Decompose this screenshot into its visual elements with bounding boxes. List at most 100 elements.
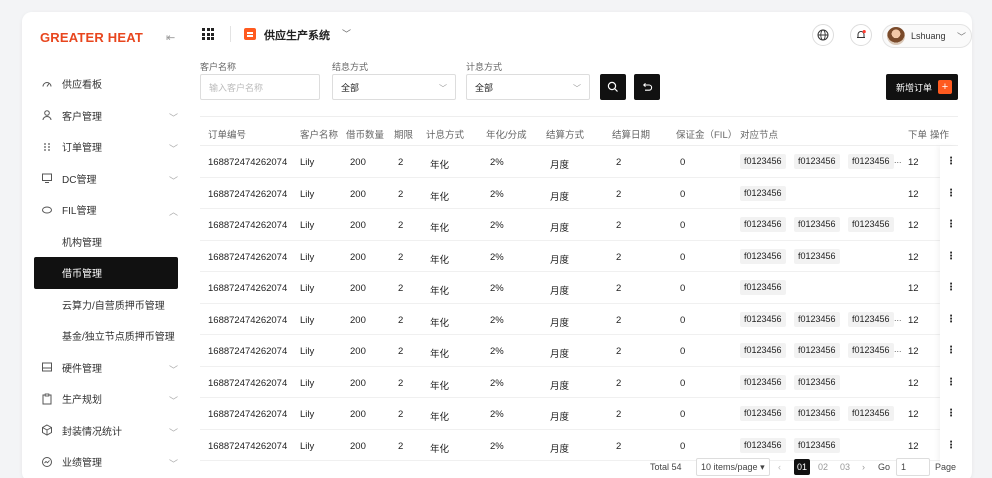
prev-page-icon[interactable]: ‹ bbox=[778, 462, 781, 472]
cell-deposit: 0 bbox=[680, 251, 686, 263]
settle-method-label: 结息方式 bbox=[332, 62, 369, 72]
node-tag: f0123456 bbox=[740, 280, 786, 295]
collapse-sidebar-icon[interactable]: ⇤ bbox=[166, 31, 180, 44]
row-actions-icon[interactable]: ⋮ bbox=[946, 314, 956, 325]
top-header: 供应生产系统 ﹀ Lshuang ﹀ bbox=[190, 12, 972, 56]
chevron-down-icon: ﹀ bbox=[168, 112, 178, 123]
column-header: 下单 bbox=[908, 130, 928, 141]
node-tag: f0123456 bbox=[848, 311, 894, 327]
cell-date: 2 bbox=[616, 314, 622, 326]
sidebar-item[interactable]: 客户管理 ﹀ bbox=[22, 100, 190, 132]
column-header: 结算日期 bbox=[612, 130, 651, 141]
row-actions-icon[interactable]: ⋮ bbox=[946, 251, 956, 262]
cell-rate: 2% bbox=[490, 188, 504, 200]
table-row[interactable]: 168872474262074 Lily 200 2 年化 2% 月度 2 0 f0123456 f… bbox=[200, 146, 958, 178]
cell-amount: 200 bbox=[350, 188, 366, 200]
sidebar-subitem[interactable]: 云算力/自营质押币管理 bbox=[22, 289, 190, 321]
column-header: 年化/分成 bbox=[486, 130, 527, 141]
undo-icon bbox=[642, 82, 653, 91]
cell-interest: 年化 bbox=[430, 160, 450, 171]
sidebar-item-label: DC管理 bbox=[62, 174, 97, 186]
node-tag: f0123456 bbox=[848, 343, 894, 358]
row-actions-icon[interactable]: ⋮ bbox=[946, 408, 956, 419]
interest-method-label: 计息方式 bbox=[466, 62, 503, 72]
page-3[interactable]: 03 bbox=[840, 462, 850, 472]
table-row[interactable]: 168872474262074 Lily 200 2 年化 2% 月度 2 0 f0123456 f… bbox=[200, 367, 958, 398]
sidebar-item[interactable]: DC管理 ﹀ bbox=[22, 163, 190, 195]
node-tag: f0123456 bbox=[794, 374, 840, 390]
node-tag: f0123456 bbox=[740, 343, 786, 358]
settle-method-value: 全部 bbox=[341, 82, 360, 93]
customer-search-input[interactable]: 输入客户名称 bbox=[200, 74, 320, 100]
cell-settle: 月度 bbox=[550, 317, 570, 329]
caret-down-icon: ▾ bbox=[760, 462, 765, 472]
new-order-button[interactable]: 新增订单 + bbox=[886, 74, 958, 100]
search-button[interactable] bbox=[600, 74, 626, 100]
chevron-down-icon: ﹀ bbox=[168, 364, 178, 375]
node-tag: f0123456 bbox=[848, 154, 894, 169]
row-actions-icon[interactable]: ⋮ bbox=[946, 282, 956, 293]
sidebar-item[interactable]: 封装情况统计 ﹀ bbox=[22, 415, 190, 447]
table-row[interactable]: 168872474262074 Lily 200 2 年化 2% 月度 2 0 f0123456 f… bbox=[200, 430, 958, 461]
cell-customer: Lily bbox=[300, 157, 315, 168]
page-size-select[interactable]: 10 items/page ▾ bbox=[696, 458, 770, 476]
sidebar-item[interactable]: 业绩管理 ﹀ bbox=[22, 446, 190, 478]
row-actions-icon[interactable]: ⋮ bbox=[946, 188, 956, 199]
table-header: 订单编号 客户名称 借币数量 期限 计息方式 年化/分成 结算方式 结算日期 保证金（FIL）对… bbox=[200, 116, 958, 146]
row-actions-icon[interactable]: ⋮ bbox=[946, 156, 956, 167]
bell-icon[interactable] bbox=[850, 24, 872, 46]
table-row[interactable]: 168872474262074 Lily 200 2 年化 2% 月度 2 0 f0123456 f… bbox=[200, 398, 958, 430]
goto-input[interactable]: 1 bbox=[896, 458, 930, 476]
globe-icon[interactable] bbox=[812, 24, 834, 46]
chevron-down-icon: ﹀ bbox=[957, 32, 967, 42]
table-row[interactable]: 168872474262074 Lily 200 2 年化 2% 月度 2 0 f0123456 f… bbox=[200, 304, 958, 335]
row-actions-icon[interactable]: ⋮ bbox=[946, 345, 956, 356]
avatar bbox=[887, 27, 905, 45]
user-icon bbox=[40, 108, 54, 122]
sidebar-item[interactable]: 生产规划 ﹀ bbox=[22, 383, 190, 415]
column-header: 操作 bbox=[930, 130, 950, 141]
table-row[interactable]: 168872474262074 Lily 200 2 年化 2% 月度 2 0 f0123456 1… bbox=[200, 272, 958, 304]
interest-method-select[interactable]: 全部 ﹀ bbox=[466, 74, 590, 100]
node-tag: f0123456 bbox=[740, 154, 786, 169]
cell-customer: Lily bbox=[300, 314, 315, 326]
row-actions-icon[interactable]: ⋮ bbox=[946, 440, 956, 451]
chevron-down-icon: ﹀ bbox=[168, 427, 178, 438]
page-2[interactable]: 02 bbox=[818, 462, 828, 472]
cell-order: 12 bbox=[908, 188, 919, 200]
cell-rate: 2% bbox=[490, 346, 504, 357]
sidebar-item-label: 云算力/自营质押币管理 bbox=[62, 300, 165, 312]
reset-button[interactable] bbox=[634, 74, 660, 100]
sidebar-item[interactable]: 供应看板 bbox=[22, 68, 190, 100]
chevron-down-icon[interactable]: ﹀ bbox=[342, 27, 351, 40]
cell-rate: 2% bbox=[490, 377, 504, 389]
sidebar-subitem[interactable]: 基金/独立节点质押币管理 bbox=[22, 320, 190, 352]
sidebar-item[interactable]: 硬件管理 ﹀ bbox=[22, 352, 190, 384]
cell-order: 12 bbox=[908, 409, 919, 420]
system-title[interactable]: 供应生产系统 bbox=[264, 27, 330, 43]
app-grid-icon[interactable] bbox=[202, 28, 214, 40]
table-row[interactable]: 168872474262074 Lily 200 2 年化 2% 月度 2 0 f0123456 1… bbox=[200, 178, 958, 209]
sidebar-item[interactable]: 订单管理 ﹀ bbox=[22, 131, 190, 163]
table-row[interactable]: 168872474262074 Lily 200 2 年化 2% 月度 2 0 f0123456 f… bbox=[200, 335, 958, 367]
node-tag: f0123456 bbox=[740, 217, 786, 232]
sidebar-item-label: 硬件管理 bbox=[62, 363, 102, 375]
next-page-icon[interactable]: › bbox=[862, 462, 865, 472]
table-row[interactable]: 168872474262074 Lily 200 2 年化 2% 月度 2 0 f0123456 f… bbox=[200, 209, 958, 241]
cell-id: 168872474262074 bbox=[208, 314, 288, 326]
cell-order: 12 bbox=[908, 283, 919, 294]
row-actions-icon[interactable]: ⋮ bbox=[946, 219, 956, 230]
table-row[interactable]: 168872474262074 Lily 200 2 年化 2% 月度 2 0 f0123456 f… bbox=[200, 241, 958, 272]
sidebar-subitem[interactable]: 机构管理 bbox=[22, 226, 190, 258]
page-1[interactable]: 01 bbox=[794, 459, 810, 475]
sidebar-subitem[interactable]: 借币管理 bbox=[34, 257, 178, 289]
row-actions-icon[interactable]: ⋮ bbox=[946, 377, 956, 388]
settle-method-select[interactable]: 全部 ﹀ bbox=[332, 74, 456, 100]
cell-id: 168872474262074 bbox=[208, 377, 288, 389]
cell-order: 12 bbox=[908, 220, 919, 231]
chevron-down-icon: ﹀ bbox=[168, 144, 178, 154]
sidebar-item[interactable]: FIL管理 ︿ bbox=[22, 194, 190, 226]
user-menu[interactable]: Lshuang ﹀ bbox=[882, 24, 972, 48]
sidebar: GREATER HEAT ⇤ 供应看板 客户管理 ﹀ 订单管理 ﹀ DC管理 ﹀ FIL管理 ︿… bbox=[22, 12, 190, 478]
dots-grid-icon bbox=[40, 140, 54, 154]
